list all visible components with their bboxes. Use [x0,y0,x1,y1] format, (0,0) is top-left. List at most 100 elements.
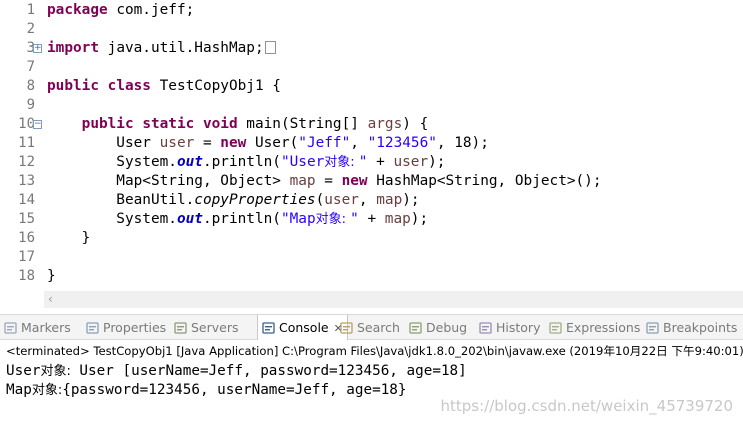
debug-icon [409,317,422,334]
code-token: com.jeff; [116,2,195,18]
code-token: void [202,116,247,132]
collapsed-imports-icon[interactable] [264,41,276,54]
line-number: 17 [18,249,35,265]
code-line[interactable]: 18} [0,267,743,286]
code-token: map [384,211,411,227]
code-text[interactable]: public static void main(String[] args) { [47,115,429,134]
scroll-left-icon[interactable]: ‹ [48,292,53,306]
expand-fold-icon[interactable]: + [33,44,42,53]
code-token: } [47,230,91,246]
editor-horizontal-scrollbar[interactable]: ‹ [0,290,743,308]
code-token: public [81,116,134,132]
code-text[interactable]: import java.util.HashMap; [47,39,276,58]
tab-markers[interactable]: Markers [4,315,71,340]
code-line[interactable]: 15 System.out.println("Map对象: " + map); [0,210,743,229]
properties-icon [86,317,99,334]
console-process-label: <terminated> TestCopyObj1 [Java Applicat… [6,344,743,358]
code-line[interactable]: 3 + import java.util.HashMap; [0,39,743,58]
code-token: " [350,211,359,227]
code-token: public [47,78,99,94]
code-line[interactable]: 17 [0,248,743,267]
code-text[interactable]: } [47,267,56,286]
code-line[interactable]: 10− public static void main(String[] arg… [0,115,743,134]
code-token: = [315,173,342,189]
code-line[interactable]: 12 System.out.println("User对象: " + user)… [0,153,743,172]
expressions-icon [549,317,562,334]
code-text[interactable]: BeanUtil.copyProperties(user, map); [47,191,420,210]
scrollbar-track[interactable] [44,291,743,308]
views-tab-bar: Markers Properties Servers Console ✕ Search De… [0,314,743,340]
code-token: static [142,116,195,132]
code-line[interactable]: 14 BeanUtil.copyProperties(user, map); [0,191,743,210]
code-token: BeanUtil. [47,192,195,208]
tab-properties[interactable]: Properties [86,315,166,340]
console-output-line: User对象: User [userName=Jeff, password=12… [6,362,467,381]
console-output-line: Map对象:{password=123456, userName=Jeff, a… [6,381,407,400]
tab-servers[interactable]: Servers [174,315,239,340]
code-line[interactable]: 8 public class TestCopyObj1 { [0,77,743,96]
collapse-fold-icon[interactable]: − [33,120,42,129]
line-number: 16 [18,230,35,246]
line-number: 15 [18,211,35,227]
search-icon [340,317,353,334]
tab-breakpoints[interactable]: Breakpoints [646,315,737,340]
tab-label: Breakpoints [663,320,738,335]
code-text[interactable]: Map<String, Object> map = new HashMap<St… [47,172,602,191]
code-line[interactable]: 16 } [0,229,743,248]
code-line[interactable]: 1 package com.jeff; [0,1,743,20]
code-token: TestCopyObj1 { [159,78,281,94]
console-icon [262,317,275,334]
code-line[interactable]: 9 [0,96,743,115]
code-line[interactable]: 13 Map<String, Object> map = new HashMap… [0,172,743,191]
line-number: 11 [18,135,35,151]
tab-label: Properties [103,320,167,335]
code-token: + [358,211,385,227]
console-view: <terminated> TestCopyObj1 [Java Applicat… [0,341,743,425]
line-number: 18 [18,268,35,284]
code-token: new [220,135,255,151]
code-text[interactable]: User user = new User("Jeff", "123456", 1… [47,134,489,153]
code-token: System. [47,154,177,170]
tab-label: Expressions [566,320,641,335]
tab-label: Search [357,320,400,335]
history-icon [479,317,492,334]
code-token: , [358,192,377,208]
code-token: = [194,135,221,151]
code-text[interactable]: package com.jeff; [47,1,194,20]
code-line[interactable]: 11 User user = new User("Jeff", "123456"… [0,134,743,153]
code-line[interactable]: 2 [0,20,743,39]
code-token: ( [315,192,325,208]
code-token: ); [402,192,420,208]
code-token: User( [254,135,299,151]
code-token: , 18); [436,135,489,151]
code-text[interactable]: } [47,229,91,248]
output-cjk-label: 对象: [40,364,71,379]
code-token: out [176,154,203,170]
line-number: 2 [26,21,35,37]
line-number: 9 [26,97,35,113]
tab-console[interactable]: Console ✕ [257,315,348,340]
line-number: 12 [18,154,35,170]
code-text[interactable]: System.out.println("Map对象: " + map); [47,210,428,229]
tab-debug[interactable]: Debug [409,315,467,340]
code-token: new [341,173,377,189]
code-text[interactable]: public class TestCopyObj1 { [47,77,281,96]
code-token: package [47,2,117,18]
tab-label: Debug [426,320,468,335]
code-token: 对象: [315,212,351,227]
tab-label: History [496,320,541,335]
code-token: HashMap<String, Object>(); [376,173,602,189]
tab-history[interactable]: History [479,315,540,340]
code-editor[interactable]: 1 package com.jeff; 2 3 + import java.util.Ha… [0,0,743,290]
code-line[interactable]: 7 [0,58,743,77]
tab-expressions[interactable]: Expressions [549,315,640,340]
code-token: import [47,40,108,56]
code-token: user [393,154,429,170]
tab-search[interactable]: Search [340,315,400,340]
line-number: 13 [18,173,35,189]
code-token: "Map [280,211,316,227]
code-text[interactable]: System.out.println("User对象: " + user); [47,153,445,172]
